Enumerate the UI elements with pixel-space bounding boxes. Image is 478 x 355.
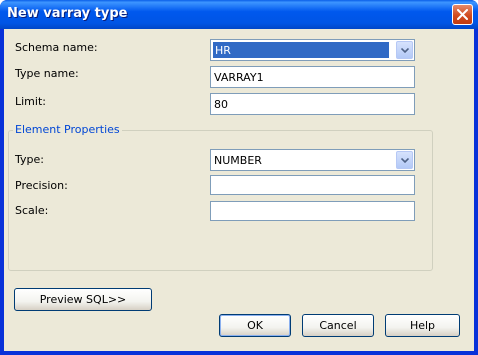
type-selected-value: NUMBER — [214, 154, 262, 167]
schema-name-label: Schema name: — [15, 41, 98, 54]
chevron-down-icon — [401, 158, 409, 163]
cancel-button[interactable]: Cancel — [302, 314, 374, 337]
dialog-window: New varray type Schema name: HR Type nam… — [0, 0, 478, 355]
precision-label: Precision: — [15, 179, 68, 192]
scale-input[interactable] — [210, 201, 415, 221]
help-button[interactable]: Help — [385, 314, 460, 337]
ok-button[interactable]: OK — [219, 314, 291, 337]
chevron-down-icon — [401, 48, 409, 53]
type-name-input[interactable]: VARRAY1 — [210, 66, 415, 88]
type-name-value: VARRAY1 — [214, 71, 264, 84]
scale-label: Scale: — [15, 204, 49, 217]
limit-value: 80 — [214, 98, 228, 111]
element-properties-title: Element Properties — [13, 123, 122, 136]
close-button[interactable] — [452, 4, 473, 25]
schema-dropdown-button[interactable] — [396, 41, 413, 59]
schema-name-selected: HR — [213, 42, 389, 58]
type-name-label: Type name: — [15, 67, 79, 80]
type-select[interactable]: NUMBER — [210, 149, 415, 171]
type-label: Type: — [15, 153, 44, 166]
limit-label: Limit: — [15, 95, 46, 108]
type-dropdown-button[interactable] — [396, 151, 413, 169]
window-title: New varray type — [7, 6, 128, 21]
title-bar[interactable]: New varray type — [0, 0, 478, 29]
precision-input[interactable] — [210, 175, 415, 195]
close-icon — [457, 9, 468, 20]
limit-input[interactable]: 80 — [210, 93, 415, 115]
schema-name-select[interactable]: HR — [210, 39, 415, 61]
preview-sql-button[interactable]: Preview SQL>> — [14, 288, 152, 311]
dialog-body: Schema name: HR Type name: VARRAY1 Limit… — [4, 29, 474, 351]
